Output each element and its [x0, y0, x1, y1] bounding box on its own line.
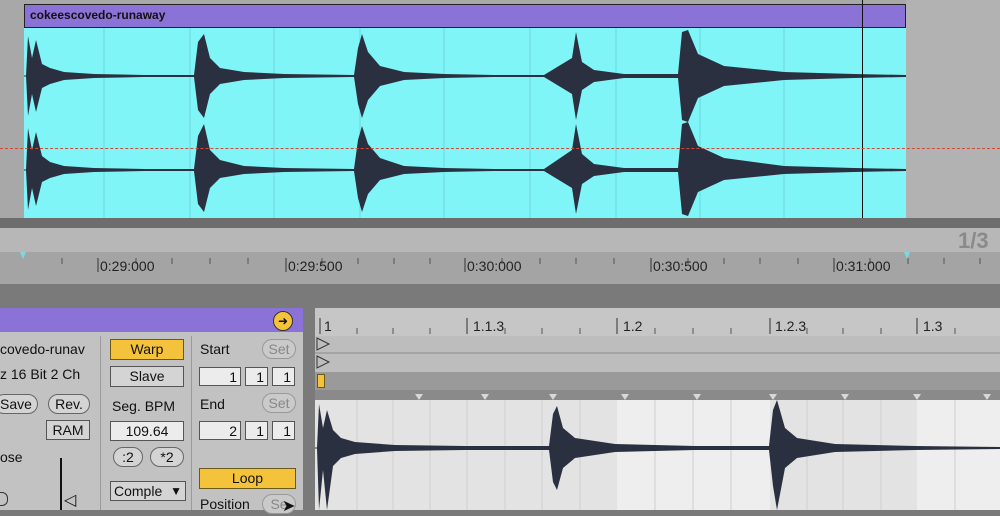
- start-sixteenth-field[interactable]: 1: [272, 367, 295, 386]
- warp-mode-value: Comple: [114, 483, 163, 499]
- beat-ruler[interactable]: [0, 228, 1000, 252]
- end-beat-field[interactable]: 1: [245, 421, 268, 440]
- audio-clip-waveform[interactable]: [24, 28, 906, 218]
- marker-label: 1.2.3: [775, 318, 807, 334]
- waveform-channel-2: [26, 122, 906, 216]
- time-label: 0:29:000: [100, 258, 155, 274]
- warp-button[interactable]: Warp: [110, 339, 184, 360]
- loop-start-marker-icon: [316, 355, 331, 369]
- clip-name: cokeescovedo-runaway: [30, 8, 166, 22]
- marker-lane-svg: [315, 337, 1000, 369]
- panel-separator: [303, 308, 315, 510]
- chevron-down-icon: ▼: [170, 484, 182, 498]
- marker-label: 1: [324, 318, 332, 334]
- mouse-cursor-icon: ➤: [282, 498, 296, 515]
- transpose-label: ose: [0, 449, 23, 465]
- time-label: 0:29:500: [288, 258, 343, 274]
- sample-file-info: z 16 Bit 2 Ch: [0, 366, 81, 382]
- start-bar-field[interactable]: 1: [199, 367, 241, 386]
- loop-end-marker: [904, 252, 910, 259]
- double-tempo-button[interactable]: *2: [150, 447, 184, 467]
- marker-label: 1.1.3: [473, 318, 505, 334]
- section-divider: [191, 336, 192, 510]
- warp-mode-select[interactable]: Comple ▼: [110, 481, 186, 501]
- end-bar-field[interactable]: 2: [199, 421, 241, 440]
- time-label: 0:30:500: [653, 258, 708, 274]
- start-set-button[interactable]: Set: [262, 339, 296, 359]
- loop-start-marker: [20, 252, 26, 259]
- transpose-slider-handle-icon[interactable]: ◁: [64, 490, 76, 510]
- section-divider: [100, 336, 101, 510]
- transpose-slider-track[interactable]: [60, 458, 62, 510]
- rev-button[interactable]: Rev.: [48, 394, 90, 414]
- start-label: Start: [200, 341, 230, 357]
- view-divider: [0, 284, 1000, 308]
- loop-end-line[interactable]: [862, 0, 863, 252]
- marker-label: 1.2: [623, 318, 643, 334]
- bar-fraction-label: 1/3: [958, 228, 989, 253]
- sample-editor-waveform[interactable]: [315, 400, 1000, 510]
- seg-bpm-field[interactable]: 109.64: [110, 421, 184, 441]
- clip-waveform-svg: [24, 28, 906, 218]
- half-tempo-button[interactable]: :2: [113, 447, 143, 467]
- loop-button[interactable]: Loop: [199, 468, 296, 489]
- save-button[interactable]: Save: [0, 394, 38, 414]
- slave-button[interactable]: Slave: [110, 366, 184, 387]
- sample-editor-ruler[interactable]: [315, 308, 1000, 336]
- sample-waveform-svg: [315, 400, 1000, 510]
- start-marker-icon: [316, 337, 331, 351]
- warp-marker-lane[interactable]: [315, 390, 1000, 400]
- end-sixteenth-field[interactable]: 1: [272, 421, 295, 440]
- sample-file-name: covedo-runav: [0, 341, 85, 357]
- waveform-channel-1: [26, 30, 906, 122]
- end-label: End: [200, 396, 225, 412]
- end-set-button[interactable]: Set: [262, 393, 296, 413]
- loop-brace-handle[interactable]: [317, 374, 325, 388]
- start-beat-field[interactable]: 1: [245, 367, 268, 386]
- ram-button[interactable]: RAM: [46, 420, 90, 440]
- clip-panel-arrow-icon[interactable]: ➜: [273, 311, 293, 331]
- sample-ruler-ticks: [319, 318, 956, 334]
- seg-bpm-label: Seg. BPM: [112, 398, 176, 414]
- clip-panel-header[interactable]: [0, 308, 303, 332]
- cursor-position-line: [0, 148, 1000, 150]
- marker-label: 1.3: [923, 318, 943, 334]
- start-end-marker-lane[interactable]: [315, 336, 1000, 372]
- arrangement-empty-area[interactable]: [906, 0, 1000, 228]
- time-label: 0:31:000: [836, 258, 891, 274]
- time-label: 0:30:000: [467, 258, 522, 274]
- loop-bar-lane[interactable]: [315, 372, 1000, 390]
